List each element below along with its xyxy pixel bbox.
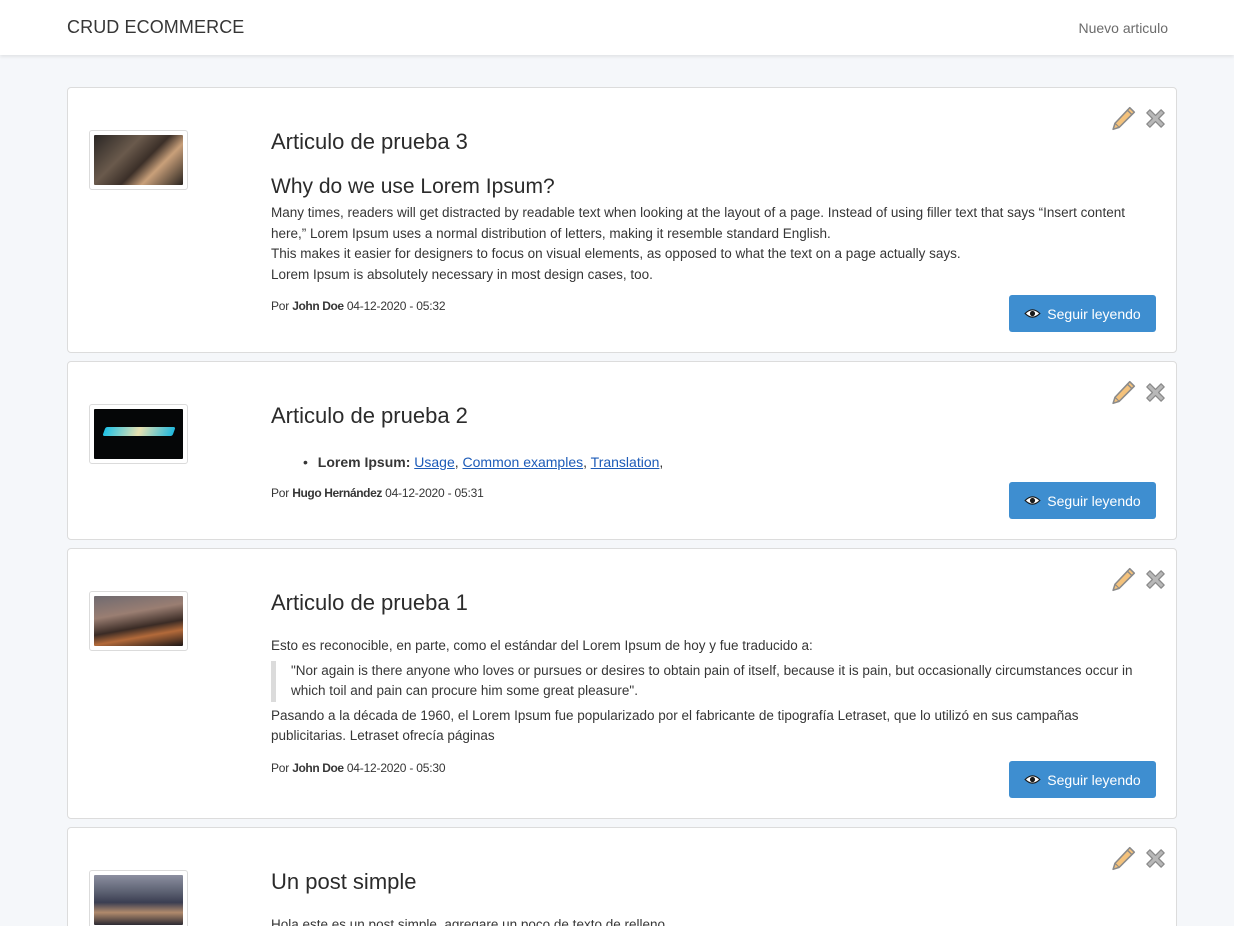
new-article-link[interactable]: Nuevo articulo xyxy=(1079,20,1169,36)
list-label: Lorem Ipsum: xyxy=(317,454,411,470)
post-quote: "Nor again is there anyone who loves or … xyxy=(271,660,1156,702)
read-more-button[interactable]: Seguir leyendo xyxy=(1009,482,1156,519)
post-paragraph: This makes it easier for designers to fo… xyxy=(271,246,961,261)
post-author: Hugo Hernández xyxy=(292,486,382,500)
common-examples-link[interactable]: Common examples xyxy=(463,454,584,470)
post-card: Articulo de prueba 1 Esto es reconocible… xyxy=(67,548,1177,819)
usage-link[interactable]: Usage xyxy=(414,454,454,470)
translation-link[interactable]: Translation xyxy=(591,454,660,470)
post-card: Un post simple Hola este es un post simp… xyxy=(67,827,1177,926)
pencil-icon[interactable] xyxy=(1110,566,1137,593)
post-paragraph: Many times, readers will get distracted … xyxy=(271,205,1125,241)
close-icon[interactable] xyxy=(1142,105,1169,132)
post-content: Articulo de prueba 3 Why do we use Lorem… xyxy=(271,129,1156,313)
post-content: Un post simple Hola este es un post simp… xyxy=(271,869,1156,926)
post-date: 04-12-2020 - 05:31 xyxy=(385,486,484,500)
post-paragraph: Lorem Ipsum is absolutely necessary in m… xyxy=(271,266,653,282)
navbar: CRUD ECOMMERCE Nuevo articulo xyxy=(0,0,1234,55)
post-by-label: Por xyxy=(271,299,290,313)
pencil-icon[interactable] xyxy=(1110,845,1137,872)
post-thumbnail xyxy=(89,404,188,464)
read-more-button[interactable]: Seguir leyendo xyxy=(1009,761,1156,798)
post-actions xyxy=(1110,105,1169,132)
post-card: Articulo de prueba 3 Why do we use Lorem… xyxy=(67,87,1177,353)
post-paragraph: Pasando a la década de 1960, el Lorem Ip… xyxy=(271,707,1079,744)
read-more-button[interactable]: Seguir leyendo xyxy=(1009,295,1156,332)
post-thumbnail xyxy=(89,591,188,651)
eye-icon xyxy=(1024,774,1041,785)
brand-logo[interactable]: CRUD ECOMMERCE xyxy=(67,17,244,38)
post-title[interactable]: Un post simple xyxy=(271,869,1156,895)
post-title[interactable]: Articulo de prueba 3 xyxy=(271,129,1156,155)
eye-icon xyxy=(1024,495,1041,506)
close-icon[interactable] xyxy=(1142,845,1169,872)
post-actions xyxy=(1110,845,1169,872)
close-icon[interactable] xyxy=(1142,566,1169,593)
post-thumbnail xyxy=(89,130,188,190)
pencil-icon[interactable] xyxy=(1110,105,1137,132)
pencil-icon[interactable] xyxy=(1110,379,1137,406)
post-subtitle: Why do we use Lorem Ipsum? xyxy=(271,175,555,198)
list-item: Lorem Ipsum: Usage, Common examples, Tra… xyxy=(303,454,1156,470)
post-by-label: Por xyxy=(271,760,290,775)
post-paragraph: Hola este es un post simple, agregare un… xyxy=(271,917,665,926)
post-card: Articulo de prueba 2 Lorem Ipsum: Usage,… xyxy=(67,361,1177,540)
post-date: 04-12-2020 - 05:32 xyxy=(346,299,446,313)
post-author: John Doe xyxy=(292,760,344,775)
link-list: Lorem Ipsum: Usage, Common examples, Tra… xyxy=(303,454,1156,470)
post-actions xyxy=(1110,566,1169,593)
post-feed: Articulo de prueba 3 Why do we use Lorem… xyxy=(67,87,1177,926)
post-paragraph: Esto es reconocible, en parte, como el e… xyxy=(271,638,813,653)
close-icon[interactable] xyxy=(1142,379,1169,406)
read-more-label: Seguir leyendo xyxy=(1047,771,1141,788)
post-content: Articulo de prueba 1 Esto es reconocible… xyxy=(271,590,1156,775)
post-title[interactable]: Articulo de prueba 2 xyxy=(271,403,1156,429)
eye-icon xyxy=(1024,308,1041,319)
post-title[interactable]: Articulo de prueba 1 xyxy=(271,590,1156,616)
post-date: 04-12-2020 - 05:30 xyxy=(346,760,446,775)
post-thumbnail xyxy=(89,870,188,926)
read-more-label: Seguir leyendo xyxy=(1047,305,1141,322)
post-actions xyxy=(1110,379,1169,406)
post-by-label: Por xyxy=(271,486,290,500)
post-author: John Doe xyxy=(292,299,344,313)
read-more-label: Seguir leyendo xyxy=(1047,492,1141,509)
